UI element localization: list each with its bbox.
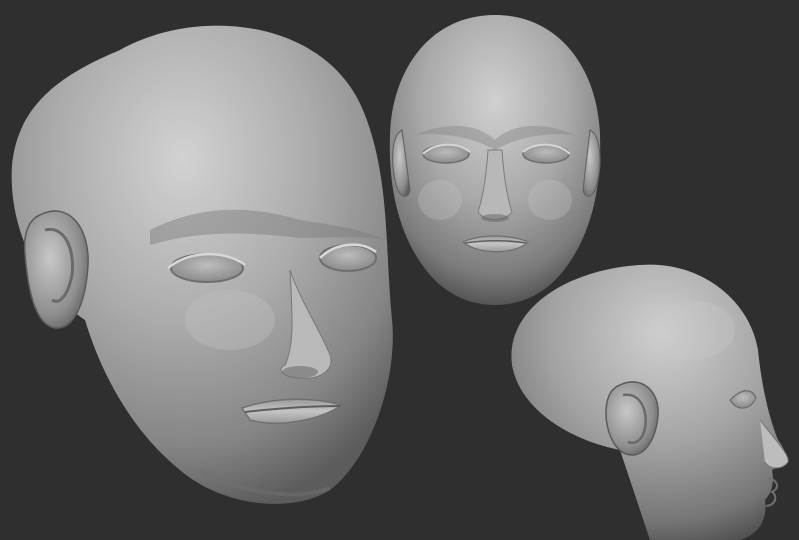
render-canvas — [11, 15, 789, 540]
sculpt-viewport — [0, 0, 799, 540]
profile-head — [511, 264, 789, 540]
three-quarter-ear — [23, 210, 89, 329]
three-quarter-head — [11, 25, 393, 504]
front-head — [389, 15, 601, 305]
three-quarter-right-eye — [319, 244, 377, 272]
